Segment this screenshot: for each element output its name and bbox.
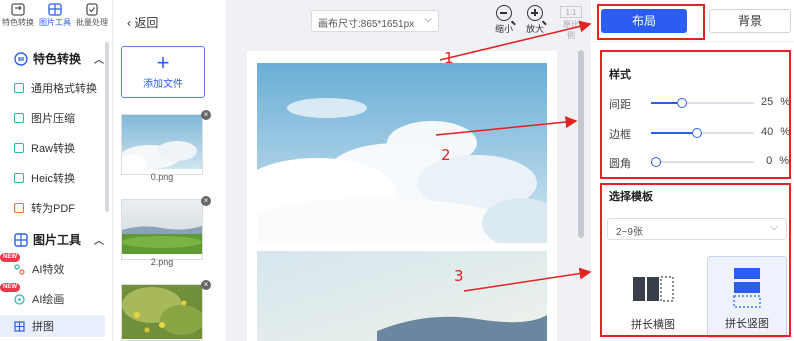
- sidebar-item-label: AI绘画: [32, 294, 65, 306]
- sky-clouds-image: [116, 115, 202, 171]
- annotation-number-3: 3: [454, 267, 464, 285]
- sidebar-item-compress[interactable]: 图片压缩: [14, 107, 106, 129]
- annotation-box-2: [600, 50, 791, 179]
- rail-tabs: 特色转换 图片工具 批量处理: [0, 0, 113, 30]
- chevron-up-icon: ︿: [94, 236, 104, 247]
- sidebar-item-label: 通用格式转换: [31, 83, 97, 95]
- ratio-box: 1:1: [560, 6, 582, 18]
- file-list: ‹ 返回 + 添加文件 0.png × 2.png × ×: [113, 0, 226, 341]
- zoom-out-button[interactable]: 缩小: [490, 5, 518, 35]
- sidebar-item-label: 图片压缩: [31, 113, 75, 125]
- pdf-icon: [14, 203, 24, 213]
- plus-icon: +: [156, 50, 170, 75]
- left-rail: 特色转换 图片工具 批量处理 特色转换 ︿ 通用格式转换 图片压缩 Raw转换 …: [0, 0, 113, 341]
- flowers-image: [122, 285, 202, 339]
- section-image-tools-label: 图片工具: [33, 233, 82, 247]
- collage-canvas[interactable]: [247, 51, 557, 341]
- ratio-label: 原比例: [563, 20, 579, 40]
- sidebar-item-label: Heic转换: [31, 173, 76, 185]
- annotation-box-3: [600, 183, 791, 337]
- canvas-size-value: 画布尺寸:865*1651px: [318, 19, 415, 30]
- collage-icon: [14, 320, 25, 332]
- canvas-area: 画布尺寸:865*1651px ⌵ 缩小 放大 1:1 原比例: [226, 0, 591, 341]
- tab-batch[interactable]: 批量处理: [74, 3, 110, 28]
- file-name: 2.png: [150, 257, 174, 267]
- remove-file-icon[interactable]: ×: [201, 110, 211, 120]
- canvas-size-select[interactable]: 画布尺寸:865*1651px ⌵: [311, 10, 439, 32]
- add-file-label: 添加文件: [143, 79, 183, 90]
- convert-circle-icon: [14, 51, 28, 66]
- raw-icon: [14, 143, 24, 153]
- sidebar-item-label: 转为PDF: [31, 203, 75, 215]
- sidebar-item-label: AI特效: [32, 264, 65, 276]
- rail-scrollbar[interactable]: [105, 42, 109, 212]
- image-tools-icon: [48, 3, 62, 16]
- chevron-up-icon: ︿: [94, 55, 104, 66]
- meadow-image: [122, 200, 202, 254]
- ai-effect-icon: [14, 263, 25, 275]
- file-name: 0.png: [150, 172, 174, 182]
- tab-batch-label: 批量处理: [76, 18, 108, 27]
- compress-icon: [14, 113, 24, 123]
- heic-icon: [14, 173, 24, 183]
- file-thumbnail[interactable]: [121, 284, 203, 341]
- meadow-image: [257, 251, 547, 341]
- back-label: 返回: [134, 16, 159, 30]
- sidebar-item-pdf[interactable]: 转为PDF: [14, 197, 106, 219]
- swap-icon: [11, 3, 25, 16]
- annotation-number-2: 2: [441, 146, 451, 164]
- sidebar-item-ai-effect[interactable]: AI特效: [14, 258, 106, 280]
- sky-clouds-image: [257, 63, 547, 243]
- ai-paint-icon: [14, 293, 25, 305]
- zoom-in-icon: [527, 5, 543, 21]
- sidebar-item-collage[interactable]: 拼图: [0, 315, 105, 337]
- add-file-button[interactable]: + 添加文件: [121, 46, 205, 98]
- batch-icon: [86, 3, 98, 16]
- sidebar-item-raw[interactable]: Raw转换: [14, 137, 106, 159]
- annotation-box-1: [597, 4, 705, 40]
- annotation-number-1: 1: [444, 49, 454, 67]
- tab-feature-convert-label: 特色转换: [2, 18, 34, 27]
- background-tab-button[interactable]: 背景: [709, 9, 791, 33]
- back-button[interactable]: ‹ 返回: [127, 14, 158, 31]
- image-tools-section-icon: [14, 232, 28, 247]
- chevron-down-icon: ⌵: [424, 14, 432, 25]
- tab-image-tools-label: 图片工具: [39, 18, 71, 27]
- remove-file-icon[interactable]: ×: [201, 280, 211, 290]
- canvas-scrollbar[interactable]: [578, 50, 584, 238]
- sidebar-item-ai-paint[interactable]: AI绘画: [14, 288, 106, 310]
- remove-file-icon[interactable]: ×: [201, 196, 211, 206]
- format-convert-icon: [14, 83, 24, 93]
- sidebar-item-heic[interactable]: Heic转换: [14, 167, 106, 189]
- section-image-tools[interactable]: 图片工具 ︿: [14, 231, 104, 248]
- collage-image-meadow[interactable]: [257, 251, 547, 341]
- zoom-out-icon: [496, 5, 512, 21]
- zoom-out-label: 缩小: [494, 24, 513, 34]
- zoom-in-button[interactable]: 放大: [521, 5, 549, 35]
- tab-feature-convert[interactable]: 特色转换: [0, 3, 36, 28]
- collage-image-sky[interactable]: [257, 63, 547, 243]
- file-thumbnail[interactable]: [116, 114, 203, 175]
- sidebar-item-label: Raw转换: [31, 143, 76, 155]
- tab-image-tools[interactable]: 图片工具: [37, 3, 73, 28]
- original-ratio-button[interactable]: 1:1 原比例: [560, 6, 582, 41]
- sidebar-item-format-convert[interactable]: 通用格式转换: [14, 77, 106, 99]
- section-feature-convert[interactable]: 特色转换 ︿: [14, 50, 104, 67]
- sidebar-item-label: 拼图: [32, 321, 54, 333]
- zoom-in-label: 放大: [525, 24, 544, 34]
- section-feature-convert-label: 特色转换: [33, 52, 82, 66]
- file-thumbnail[interactable]: [121, 199, 203, 260]
